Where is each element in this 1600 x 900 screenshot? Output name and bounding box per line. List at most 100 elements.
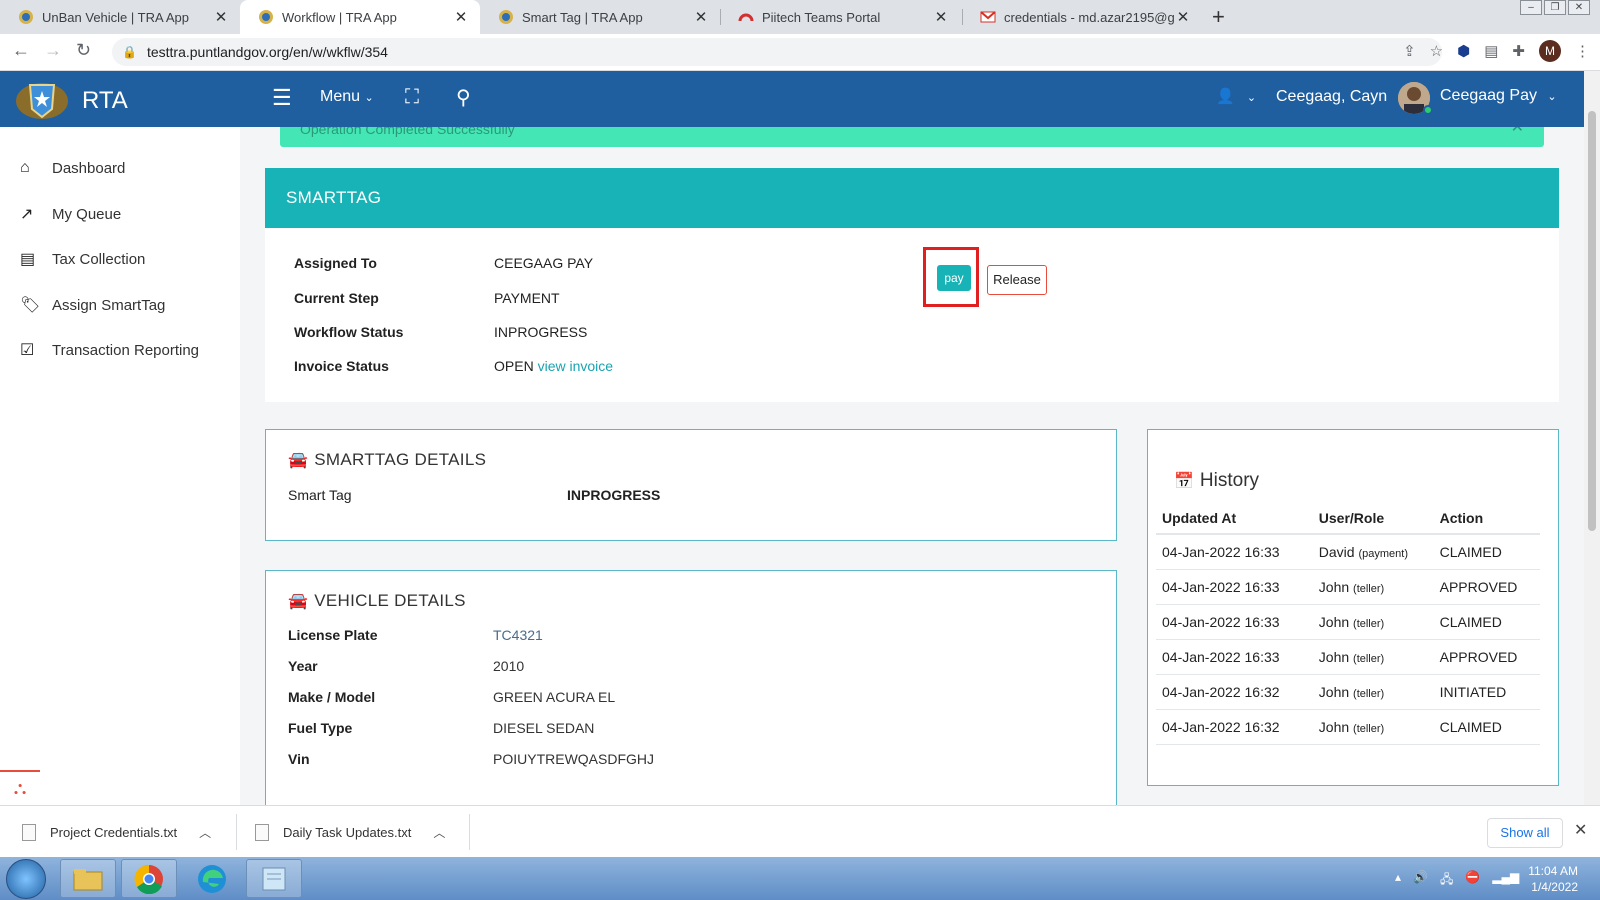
scrollbar-thumb[interactable] <box>1588 111 1596 531</box>
chevron-up-icon[interactable]: ︿ <box>433 824 445 841</box>
table-row: 04-Jan-2022 16:33 John (teller) CLAIMED <box>1156 604 1540 640</box>
more-menu-icon[interactable]: ⋮ <box>1575 42 1590 60</box>
highlight-box: pay <box>923 247 979 307</box>
app-header: RTA ☰ Menu ⌄ ⛶ ⚲ 👤 ⌄ Ceegaag, Cayn Ceega… <box>0 71 1584 127</box>
download-item[interactable]: Daily Task Updates.txt ︿ <box>255 806 445 858</box>
user-icon[interactable]: 👤 ⌄ <box>1216 87 1256 105</box>
sidebar: ⌂ Dashboard ↗ My Queue ▤ Tax Collection 🏷 As… <box>0 127 240 805</box>
device-icon[interactable]: 🖧 <box>1440 870 1453 891</box>
chevron-down-icon: ⌄ <box>1547 91 1557 103</box>
show-all-button[interactable]: Show all <box>1487 818 1563 848</box>
teams-portal-icon <box>738 9 754 25</box>
start-button[interactable] <box>6 859 46 899</box>
sidebar-item-transaction-reporting[interactable]: ☑ Transaction Reporting <box>20 340 199 360</box>
file-icon <box>22 823 36 841</box>
close-tab-icon[interactable]: ✕ <box>212 8 230 26</box>
line-chart-icon: ↗ <box>20 206 34 223</box>
list-icon: ▤ <box>20 251 36 268</box>
back-icon[interactable]: ← <box>12 40 30 61</box>
rta-logo-icon <box>258 9 274 25</box>
view-invoice-link[interactable]: view invoice <box>538 358 613 374</box>
close-downloads-icon[interactable]: ✕ <box>1574 820 1587 840</box>
success-alert: Operation Completed Successfully ✕ <box>280 127 1544 147</box>
puzzle-icon[interactable]: ✚ <box>1512 42 1525 60</box>
network-warning-icon[interactable]: ⛔ <box>1465 870 1480 891</box>
chevron-up-icon[interactable]: ▴ <box>1395 870 1401 891</box>
notepad-icon[interactable] <box>246 859 302 898</box>
page-scrollbar[interactable] <box>1584 71 1600 805</box>
main-content: Operation Completed Successfully ✕ SMART… <box>240 127 1584 805</box>
history-table: Updated At User/Role Action 04-Jan-2022 … <box>1156 502 1540 745</box>
system-clock[interactable]: 11:04 AM 1/4/2022 <box>1522 863 1578 895</box>
menu-dropdown[interactable]: Menu ⌄ <box>320 88 374 106</box>
reload-icon[interactable]: ↻ <box>76 40 91 61</box>
extension-shield-icon[interactable]: ⬢ <box>1457 42 1470 60</box>
close-tab-icon[interactable]: ✕ <box>692 8 710 26</box>
calendar-icon: 📅 <box>1174 473 1194 490</box>
minimize-icon[interactable]: – <box>1520 0 1542 15</box>
chevron-up-icon[interactable]: ︿ <box>199 824 211 841</box>
url-input[interactable]: 🔒 testtra.puntlandgov.org/en/w/wkflw/354 <box>112 38 1442 66</box>
sidebar-item-my-queue[interactable]: ↗ My Queue <box>20 204 121 224</box>
sidebar-item-dashboard[interactable]: ⌂ Dashboard <box>20 159 125 177</box>
tags-icon: 🏷 <box>20 297 41 314</box>
sidebar-item-assign-smarttag[interactable]: 🏷 Assign SmartTag <box>20 295 165 315</box>
browser-tab-strip: UnBan Vehicle | TRA App ✕ Workflow | TRA… <box>0 0 1600 34</box>
table-row: 04-Jan-2022 16:32 John (teller) INITIATE… <box>1156 674 1540 710</box>
home-icon: ⌂ <box>20 159 30 176</box>
forward-icon[interactable]: → <box>44 40 62 61</box>
system-tray: ▴ 🔊 🖧 ⛔ ▂▄▆ <box>1395 870 1519 891</box>
browser-tab[interactable]: Smart Tag | TRA App ✕ <box>480 0 720 34</box>
vehicle-details-title: 🚘 VEHICLE DETAILS <box>288 591 466 610</box>
signal-icon[interactable]: ▂▄▆ <box>1492 870 1519 891</box>
rta-logo-icon <box>18 9 34 25</box>
close-window-icon[interactable]: ✕ <box>1568 0 1590 15</box>
release-button[interactable]: Release <box>987 265 1047 295</box>
chevron-down-icon: ⌄ <box>364 92 374 104</box>
clipboard-icon[interactable]: ▤ <box>1484 42 1498 60</box>
browser-tab[interactable]: credentials - md.azar2195@gmai ✕ <box>962 0 1202 34</box>
column-header: User/Role <box>1312 502 1434 535</box>
laravel-debug-icon[interactable]: ⛬ <box>0 770 40 804</box>
browser-tab-active[interactable]: Workflow | TRA App ✕ <box>240 0 480 34</box>
close-tab-icon[interactable]: ✕ <box>932 8 950 26</box>
sidebar-item-tax-collection[interactable]: ▤ Tax Collection <box>20 249 145 269</box>
volume-icon[interactable]: 🔊 <box>1413 870 1428 891</box>
table-row: 04-Jan-2022 16:33 David (payment) CLAIME… <box>1156 534 1540 570</box>
table-row: 04-Jan-2022 16:32 John (teller) CLAIMED <box>1156 709 1540 745</box>
hamburger-icon[interactable]: ☰ <box>272 85 292 111</box>
file-icon <box>255 823 269 841</box>
rta-logo-icon <box>498 9 514 25</box>
online-status-dot <box>1423 105 1433 115</box>
checkbox-icon: ☑ <box>20 342 35 359</box>
edge-icon[interactable] <box>184 859 240 898</box>
close-tab-icon[interactable]: ✕ <box>452 8 470 26</box>
browser-tab[interactable]: UnBan Vehicle | TRA App ✕ <box>0 0 240 34</box>
window-controls: – ❐ ✕ <box>1518 0 1590 15</box>
restore-icon[interactable]: ❐ <box>1544 0 1566 15</box>
history-card: 📅 History Updated At User/Role Action 04-… <box>1147 429 1559 786</box>
chrome-icon[interactable] <box>121 859 177 898</box>
search-icon[interactable]: ⚲ <box>456 85 471 110</box>
column-header: Action <box>1433 502 1540 535</box>
profile-avatar[interactable]: M <box>1539 40 1561 62</box>
car-icon: 🚘 <box>288 593 309 610</box>
smarttag-card: SMARTTAG Assigned To CEEGAAG PAY Current… <box>265 168 1559 402</box>
explorer-icon[interactable] <box>60 859 116 898</box>
share-icon[interactable]: ⇪ <box>1403 42 1416 60</box>
vehicle-details-card: 🚘 VEHICLE DETAILS License Plate TC4321 Ye… <box>265 570 1117 805</box>
address-bar: ← → ↻ 🔒 testtra.puntlandgov.org/en/w/wkf… <box>0 34 1600 71</box>
smarttag-details-title: 🚘 SMARTTAG DETAILS <box>288 450 487 469</box>
browser-tab[interactable]: Piitech Teams Portal ✕ <box>720 0 960 34</box>
downloads-bar: Project Credentials.txt ︿ Daily Task Upd… <box>0 805 1600 857</box>
gmail-icon <box>980 9 996 25</box>
fullscreen-icon[interactable]: ⛶ <box>405 86 419 109</box>
new-tab-icon[interactable]: + <box>1212 4 1225 30</box>
close-tab-icon[interactable]: ✕ <box>1174 8 1192 26</box>
close-alert-icon[interactable]: ✕ <box>1511 127 1524 137</box>
role-dropdown[interactable]: Ceegaag Pay ⌄ <box>1440 87 1557 105</box>
taskbar: ▴ 🔊 🖧 ⛔ ▂▄▆ 11:04 AM 1/4/2022 <box>0 857 1600 900</box>
pay-button[interactable]: pay <box>937 265 971 291</box>
star-icon[interactable]: ☆ <box>1430 42 1443 60</box>
download-item[interactable]: Project Credentials.txt ︿ <box>22 806 211 858</box>
